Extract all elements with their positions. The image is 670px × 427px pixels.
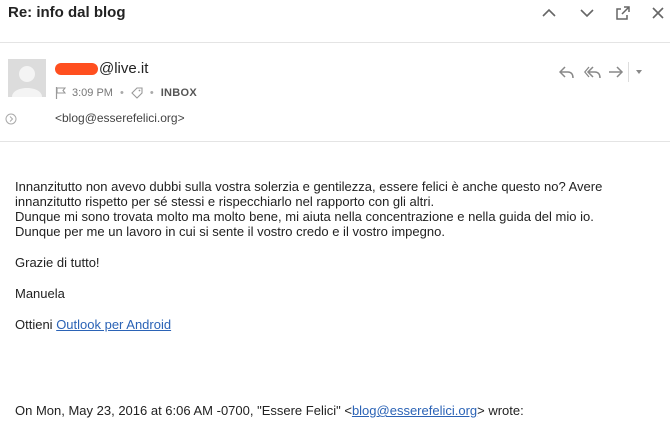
- meta-separator: •: [119, 87, 124, 99]
- close-icon[interactable]: [648, 4, 668, 22]
- signature: Manuela: [15, 286, 65, 301]
- body-line: Dunque mi sono trovata molto ma molto be…: [15, 209, 594, 224]
- quoted-reply-header: On Mon, May 23, 2016 at 6:06 AM -0700, "…: [15, 403, 524, 418]
- quote-suffix: > wrote:: [477, 403, 524, 418]
- forward-icon[interactable]: [608, 64, 624, 80]
- redacted-sender-name: [55, 62, 98, 75]
- flag-icon[interactable]: [55, 87, 66, 99]
- meta-separator: •: [149, 87, 154, 99]
- message-time: 3:09 PM: [72, 87, 113, 99]
- reply-all-icon[interactable]: [584, 64, 602, 80]
- reply-icon[interactable]: [559, 64, 575, 80]
- header-divider: [0, 42, 670, 43]
- actions-divider: [628, 62, 629, 82]
- body-line: innanzitutto rispetto per sé stessi e ri…: [15, 194, 435, 209]
- sender-address[interactable]: @live.it: [55, 60, 148, 77]
- chevron-up-icon[interactable]: [539, 4, 559, 22]
- thanks-line: Grazie di tutto!: [15, 255, 100, 270]
- message-divider: [0, 141, 670, 142]
- get-prefix: Ottieni: [15, 317, 57, 332]
- popout-icon[interactable]: [613, 4, 633, 22]
- sender-domain: @live.it: [99, 60, 149, 77]
- body-line: Innanzitutto non avevo dubbi sulla vostr…: [15, 179, 603, 194]
- quote-prefix: On Mon, May 23, 2016 at 6:06 AM -0700, "…: [15, 403, 352, 418]
- body-line: Dunque per me un lavoro in cui si sente …: [15, 224, 445, 239]
- expand-recipients-icon[interactable]: [5, 112, 17, 125]
- tag-icon[interactable]: [131, 87, 143, 99]
- more-dropdown-icon[interactable]: [635, 64, 643, 80]
- chevron-down-icon[interactable]: [577, 4, 597, 22]
- avatar: [8, 59, 46, 97]
- get-outlook-line: Ottieni Outlook per Android: [15, 317, 665, 332]
- message-subject: Re: info dal blog: [8, 4, 126, 21]
- message-body: Innanzitutto non avevo dubbi sulla vostr…: [15, 179, 665, 332]
- message-meta: 3:09 PM • • INBOX: [55, 87, 197, 99]
- quoted-email-link[interactable]: blog@esserefelici.org: [352, 403, 477, 418]
- recipient-address[interactable]: <blog@esserefelici.org>: [55, 111, 185, 125]
- folder-label[interactable]: INBOX: [161, 87, 197, 99]
- outlook-android-link[interactable]: Outlook per Android: [56, 317, 171, 332]
